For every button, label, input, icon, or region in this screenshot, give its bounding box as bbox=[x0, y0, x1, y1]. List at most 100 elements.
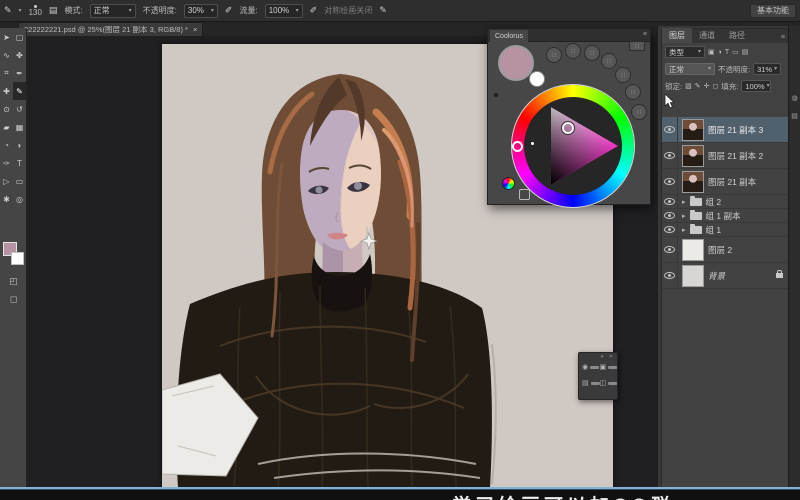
eraser-tool[interactable]: ▰ bbox=[0, 118, 13, 136]
path-select-tool[interactable]: ▷ bbox=[0, 172, 13, 190]
coolorus-options-button[interactable]: ∷ bbox=[629, 41, 645, 51]
opacity-field[interactable]: 30% ▾ bbox=[183, 3, 218, 18]
background-color-swatch[interactable] bbox=[11, 252, 24, 265]
filter-adjustment-icon[interactable]: ◑ bbox=[718, 49, 722, 56]
pen-tool[interactable]: ✑ bbox=[0, 154, 13, 172]
collapsed-panel-icon-2[interactable]: ▤ bbox=[789, 112, 800, 120]
mode-dropdown[interactable]: 正常 ▾ bbox=[89, 3, 136, 18]
crop-tool[interactable]: ⌗ bbox=[0, 64, 13, 82]
filter-shape-icon[interactable]: ▭ bbox=[732, 48, 739, 56]
blend-mode-dropdown[interactable]: 正常 ▾ bbox=[665, 63, 715, 75]
layer-opacity-field[interactable]: 31% ▾ bbox=[753, 63, 782, 75]
coolorus-mix-button-5[interactable]: ∷ bbox=[615, 67, 631, 83]
screen-mode-icon[interactable]: ◻ bbox=[0, 294, 27, 305]
layer-thumbnail[interactable] bbox=[682, 264, 704, 287]
quick-mask-icon[interactable]: ◰ bbox=[0, 276, 27, 287]
blur-tool[interactable]: ◔ bbox=[0, 136, 13, 154]
tab-close-icon[interactable]: × bbox=[193, 25, 197, 34]
layer-row[interactable]: 图层 2 bbox=[662, 237, 789, 263]
gradient-tool[interactable]: ▦ bbox=[13, 118, 26, 136]
coolorus-mix-button-6[interactable]: ∷ bbox=[625, 84, 641, 100]
layer-thumbnail[interactable] bbox=[682, 170, 704, 193]
move-tool[interactable]: ➤ bbox=[0, 28, 13, 46]
workspace-switcher-button[interactable]: 基本功能 bbox=[750, 3, 796, 18]
layer-row[interactable]: 图层 21 副本 2 bbox=[662, 143, 789, 169]
visibility-eye-icon[interactable] bbox=[664, 198, 675, 205]
color-square-mode-icon[interactable] bbox=[519, 189, 530, 200]
tab-paths[interactable]: 路径 bbox=[722, 28, 752, 43]
coolorus-tab[interactable]: Coolorus bbox=[490, 30, 529, 42]
history-brush-tool[interactable]: ↺ bbox=[13, 100, 26, 118]
group-caret-icon[interactable]: ▸ bbox=[682, 212, 686, 220]
filter-kind-dropdown[interactable]: 类型 ▾ bbox=[665, 46, 705, 58]
visibility-eye-icon[interactable] bbox=[664, 246, 675, 253]
lock-position-icon[interactable]: ✛ bbox=[704, 82, 710, 90]
eyedropper-tool[interactable]: ✒ bbox=[13, 64, 26, 82]
fill-field[interactable]: 100% ▾ bbox=[741, 80, 772, 92]
brush-settings-icon[interactable]: ✎ bbox=[379, 6, 387, 15]
visibility-eye-icon[interactable] bbox=[664, 272, 675, 279]
layer-thumbnail[interactable] bbox=[682, 238, 704, 261]
visibility-eye-icon[interactable] bbox=[664, 152, 675, 159]
coolorus-mix-button-2[interactable]: ∷ bbox=[565, 43, 581, 59]
tab-channels[interactable]: 通道 bbox=[692, 28, 722, 43]
background-layer-row[interactable]: 背景 bbox=[662, 263, 789, 289]
lock-all-icon[interactable]: ◻ bbox=[712, 82, 718, 90]
coolorus-background-swatch[interactable] bbox=[529, 71, 545, 87]
mini-panel-button-2[interactable]: ▣ bbox=[600, 363, 618, 371]
brush-preset-caret-icon[interactable]: ▾ bbox=[19, 8, 22, 14]
layer-row[interactable]: 图层 21 副本 bbox=[662, 169, 789, 195]
dodge-tool[interactable]: ◗ bbox=[13, 136, 26, 154]
shape-tool[interactable]: ▭ bbox=[13, 172, 26, 190]
saturation-triangle[interactable] bbox=[524, 97, 622, 195]
hue-wheel[interactable] bbox=[511, 84, 635, 208]
layer-thumbnail[interactable] bbox=[682, 144, 704, 167]
lock-transparency-icon[interactable]: ▨ bbox=[685, 82, 692, 90]
brush-preset-icon[interactable]: ✎ bbox=[4, 6, 12, 15]
type-tool[interactable]: T bbox=[13, 154, 26, 172]
mini-panel-button-4[interactable]: ◫ bbox=[600, 379, 618, 387]
toggle-brush-panel-icon[interactable]: ▤ bbox=[49, 6, 58, 15]
coolorus-mix-button-1[interactable]: ∷ bbox=[546, 47, 562, 63]
healing-brush-tool[interactable]: ✚ bbox=[0, 82, 13, 100]
filter-type-icon[interactable]: T bbox=[725, 49, 729, 56]
mini-panel-controls[interactable]: ▾ ✕ bbox=[601, 354, 615, 360]
collapsed-panel-icon-1[interactable]: ◍ bbox=[789, 94, 800, 102]
airbrush-icon[interactable]: ✐ bbox=[310, 6, 318, 15]
group-row[interactable]: ▸ 组 2 bbox=[662, 195, 789, 209]
visibility-eye-icon[interactable] bbox=[664, 126, 675, 133]
marquee-tool[interactable]: ▢ bbox=[13, 28, 26, 46]
layer-row[interactable]: 图层 21 副本 3 bbox=[662, 117, 789, 143]
hue-selector[interactable] bbox=[512, 141, 523, 152]
tab-layers[interactable]: 图层 bbox=[662, 28, 692, 43]
group-caret-icon[interactable]: ▸ bbox=[682, 198, 686, 206]
mini-panel-button-1[interactable]: ◉ bbox=[582, 363, 600, 371]
clone-stamp-tool[interactable]: ⊙ bbox=[0, 100, 13, 118]
coolorus-header[interactable]: Coolorus ≡ bbox=[488, 29, 650, 42]
coolorus-mix-button-4[interactable]: ∷ bbox=[601, 53, 617, 69]
visibility-eye-icon[interactable] bbox=[664, 212, 675, 219]
document-tab[interactable]: 222222221.psd @ 25%(图层 21 副本 3, RGB/8) *… bbox=[18, 22, 204, 36]
group-caret-icon[interactable]: ▸ bbox=[682, 226, 686, 234]
zoom-tool[interactable]: ◎ bbox=[13, 190, 26, 208]
brush-size-preview[interactable]: 130 bbox=[29, 4, 42, 17]
lasso-tool[interactable]: ∿ bbox=[0, 46, 13, 64]
quick-select-tool[interactable]: ✤ bbox=[13, 46, 26, 64]
filter-smart-icon[interactable]: ▤ bbox=[742, 48, 749, 56]
coolorus-mix-button-7[interactable]: ∷ bbox=[631, 104, 647, 120]
brush-tool[interactable]: ✎ bbox=[13, 82, 26, 100]
flow-field[interactable]: 100% ▾ bbox=[264, 3, 303, 18]
hand-tool[interactable]: ✱ bbox=[0, 190, 13, 208]
layer-thumbnail[interactable] bbox=[682, 118, 704, 141]
coolorus-mix-button-3[interactable]: ∷ bbox=[584, 45, 600, 61]
color-wheel-mode-icon[interactable] bbox=[502, 177, 515, 190]
visibility-eye-icon[interactable] bbox=[664, 178, 675, 185]
lock-pixels-icon[interactable]: ✎ bbox=[695, 82, 701, 90]
group-row[interactable]: ▸ 组 1 副本 bbox=[662, 209, 789, 223]
filter-pixel-icon[interactable]: ▣ bbox=[708, 48, 715, 56]
coolorus-menu-icon[interactable]: ≡ bbox=[643, 31, 647, 38]
mini-panel-button-3[interactable]: ▤ bbox=[582, 379, 600, 387]
visibility-eye-icon[interactable] bbox=[664, 226, 675, 233]
pressure-opacity-icon[interactable]: ✐ bbox=[225, 6, 233, 15]
group-row[interactable]: ▸ 组 1 bbox=[662, 223, 789, 237]
